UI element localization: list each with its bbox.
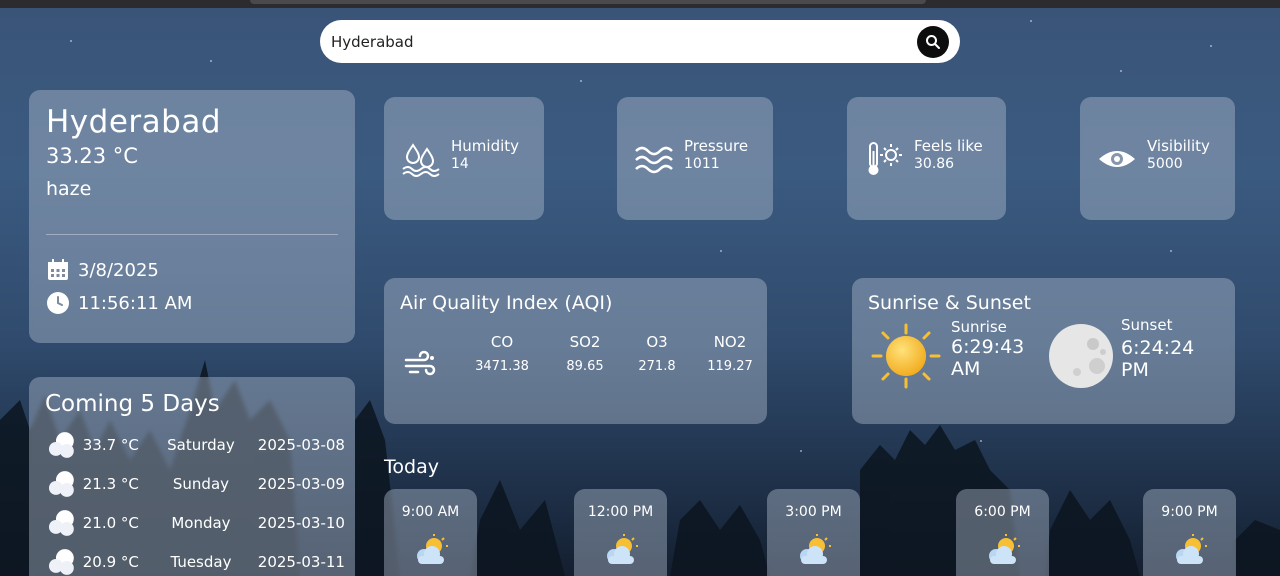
aqi-co: CO 3471.38 [462, 333, 542, 374]
search-bar [320, 20, 960, 63]
forecast-date: 2025-03-11 [257, 553, 345, 571]
sun-icon [871, 323, 941, 389]
humidity-value: 14 [451, 156, 469, 172]
forecast-date: 2025-03-09 [257, 475, 345, 493]
visibility-value: 5000 [1147, 156, 1183, 172]
aqi-o3-value: 271.8 [638, 359, 676, 374]
browser-tab-strip [250, 0, 926, 4]
hour-time: 9:00 PM [1161, 504, 1218, 520]
partly-cloudy-icon [988, 534, 1020, 564]
forecast-day: Monday [171, 514, 231, 532]
forecast-temp: 20.9 °C [82, 553, 139, 571]
current-temperature: 33.23 °C [46, 144, 138, 168]
forecast-temp: 33.7 °C [82, 436, 139, 454]
aqi-o3-label: O3 [646, 333, 668, 351]
forecast-day: Tuesday [170, 553, 232, 571]
hourly-card: 9:00 PM [1143, 489, 1236, 576]
cloud-icon [48, 471, 74, 497]
forecast-row: 21.3 °C Sunday 2025-03-09 [45, 468, 345, 500]
hour-time: 9:00 AM [401, 504, 460, 520]
time-row: 11:56:11 AM [46, 291, 192, 315]
calendar-icon [48, 259, 68, 280]
aqi-o3: O3 271.8 [617, 333, 697, 374]
partly-cloudy-icon [416, 534, 448, 564]
search-button[interactable] [917, 26, 949, 58]
sun-title: Sunrise & Sunset [868, 292, 1031, 314]
humidity-icon [402, 143, 440, 177]
aqi-card: Air Quality Index (AQI) CO 3471.38 SO2 8… [384, 278, 767, 424]
humidity-card: Humidity 14 [384, 97, 544, 220]
aqi-so2: SO2 89.65 [545, 333, 625, 374]
hourly-card: 9:00 AM [384, 489, 477, 576]
forecast-date: 2025-03-08 [257, 436, 345, 454]
cloud-icon [48, 510, 74, 536]
partly-cloudy-icon [1175, 534, 1207, 564]
forecast-row: 33.7 °C Saturday 2025-03-08 [45, 429, 345, 461]
search-icon [926, 35, 940, 49]
visibility-card: Visibility 5000 [1080, 97, 1235, 220]
sunrise-period: AM [951, 358, 981, 380]
pressure-wave-icon [635, 146, 673, 174]
city-name: Hyderabad [46, 104, 221, 140]
card-divider [46, 234, 338, 235]
browser-top-bar [0, 0, 1280, 8]
feels-like-card: Feels like 30.86 [847, 97, 1006, 220]
pressure-label: Pressure [684, 137, 749, 155]
forecast-row: 20.9 °C Tuesday 2025-03-11 [45, 546, 345, 576]
eye-icon [1099, 151, 1135, 167]
partly-cloudy-icon [606, 534, 638, 564]
thermometer-sun-icon [868, 142, 902, 175]
partly-cloudy-icon [799, 534, 831, 564]
forecast-day: Saturday [167, 436, 235, 454]
hour-time: 3:00 PM [785, 504, 842, 520]
sunrise-label: Sunrise [951, 318, 1007, 336]
clock-icon [47, 292, 69, 314]
sunrise-block: Sunrise 6:29:43 AM [951, 318, 1024, 380]
current-time: 11:56:11 AM [78, 292, 193, 314]
aqi-no2: NO2 119.27 [690, 333, 770, 374]
current-date: 3/8/2025 [78, 259, 159, 281]
hourly-card: 6:00 PM [956, 489, 1049, 576]
sunset-time: 6:24:24 [1121, 337, 1195, 359]
cloud-icon [48, 549, 74, 575]
sunset-label: Sunset [1121, 316, 1173, 334]
forecast-row: 21.0 °C Monday 2025-03-10 [45, 507, 345, 539]
forecast-temp: 21.0 °C [82, 514, 139, 532]
aqi-values: CO 3471.38 SO2 89.65 O3 271.8 NO2 119.27 [384, 333, 767, 393]
hour-time: 12:00 PM [587, 504, 654, 520]
today-label: Today [384, 456, 439, 478]
forecast-card: Coming 5 Days 33.7 °C Saturday 2025-03-0… [29, 377, 355, 576]
forecast-temp: 21.3 °C [82, 475, 139, 493]
aqi-co-label: CO [490, 333, 514, 351]
feels-like-value: 30.86 [914, 156, 955, 172]
hourly-card: 3:00 PM [767, 489, 860, 576]
forecast-title: Coming 5 Days [45, 391, 220, 417]
aqi-co-value: 3471.38 [475, 359, 529, 374]
aqi-title: Air Quality Index (AQI) [400, 292, 613, 314]
aqi-no2-label: NO2 [713, 333, 747, 351]
aqi-so2-label: SO2 [569, 333, 601, 351]
cloud-icon [48, 432, 74, 458]
forecast-date: 2025-03-10 [257, 514, 345, 532]
aqi-no2-value: 119.27 [707, 359, 753, 374]
current-weather-card: Hyderabad 33.23 °C haze 3/8/2025 11:56:1… [29, 90, 355, 343]
feels-like-label: Feels like [914, 137, 983, 155]
moon-icon [1049, 324, 1113, 388]
hourly-card: 12:00 PM [574, 489, 667, 576]
search-input[interactable] [331, 32, 891, 51]
visibility-label: Visibility [1147, 137, 1210, 155]
hour-time: 6:00 PM [974, 504, 1031, 520]
weather-description: haze [46, 178, 92, 200]
aqi-so2-value: 89.65 [566, 359, 604, 374]
forecast-day: Sunday [172, 475, 230, 493]
pressure-value: 1011 [684, 156, 720, 172]
date-row: 3/8/2025 [46, 258, 159, 282]
sunset-block: Sunset 6:24:24 PM [1121, 316, 1194, 381]
sunset-period: PM [1121, 359, 1149, 381]
sunrise-sunset-card: Sunrise & Sunset Sunrise 6:29:43 AM Suns… [852, 278, 1235, 424]
sunrise-time: 6:29:43 [951, 336, 1025, 358]
pressure-card: Pressure 1011 [617, 97, 773, 220]
humidity-label: Humidity [451, 137, 520, 155]
